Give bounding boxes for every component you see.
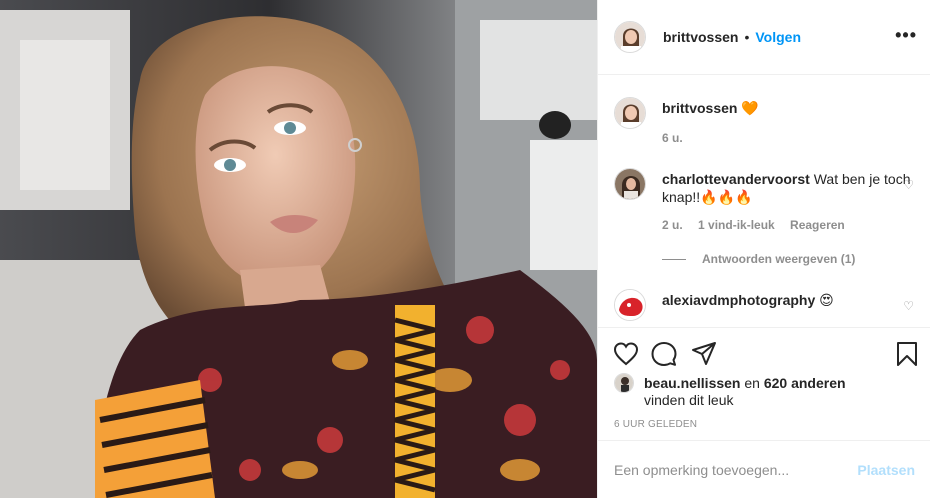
comment-username[interactable]: alexiavdmphotography	[662, 292, 815, 308]
comment-likes-count[interactable]: 1 vind-ik-leuk	[698, 218, 775, 232]
more-options-icon[interactable]: •••	[895, 26, 917, 44]
post-actions-area: beau.nellissen en 620 anderen vinden dit…	[598, 327, 930, 430]
caption-time[interactable]: 6 u.	[662, 131, 683, 145]
view-replies-button[interactable]: Antwoorden weergeven (1)	[662, 252, 855, 266]
post-timestamp[interactable]: 6 UUR GELEDEN	[614, 419, 697, 430]
caption-meta: 6 u.	[662, 131, 695, 145]
action-bar	[598, 328, 930, 378]
comment-text: charlottevandervoorst Wat ben je toch kn…	[662, 170, 912, 206]
likes-connector: en	[744, 375, 760, 391]
replies-divider-line	[662, 258, 686, 260]
comment-username[interactable]: charlottevandervoorst	[662, 171, 810, 187]
author-username[interactable]: brittvossen	[663, 29, 738, 45]
comment-text: alexiavdmphotography 😍	[662, 291, 912, 309]
comments-section: brittvossen 🧡 6 u. charlottevandervoorst…	[598, 75, 930, 327]
liker-username[interactable]: beau.nellissen	[644, 375, 740, 391]
caption-text: brittvossen 🧡	[662, 99, 912, 117]
liker-avatar-image	[615, 374, 633, 392]
caption-username[interactable]: brittvossen	[662, 100, 737, 116]
post-comment-button[interactable]: Plaatsen	[857, 462, 915, 478]
post-side-panel: brittvossen • Volgen ••• brittvossen 🧡 6…	[597, 0, 930, 498]
likes-summary: beau.nellissen en 620 anderen	[614, 373, 846, 393]
commenter-avatar[interactable]	[614, 168, 646, 200]
header-separator: •	[744, 29, 750, 45]
post-photo[interactable]	[0, 0, 597, 498]
save-bookmark-icon[interactable]	[894, 341, 920, 367]
likes-others-count[interactable]: 620 anderen	[764, 375, 846, 391]
caption-avatar[interactable]	[614, 97, 646, 129]
share-paper-plane-icon[interactable]	[691, 341, 717, 367]
view-replies-label: Antwoorden weergeven (1)	[702, 252, 856, 266]
comment-like-heart-icon[interactable]: ♡	[903, 299, 914, 313]
commenter-avatar-image	[615, 290, 645, 320]
comment-meta: 2 u. 1 vind-ik-leuk Reageren	[662, 218, 857, 232]
author-avatar-image	[615, 22, 645, 52]
post-header: brittvossen • Volgen •••	[598, 0, 930, 75]
comment-message: 😍	[819, 292, 834, 308]
likes-suffix: vinden dit leuk	[644, 392, 734, 408]
comment-item: alexiavdmphotography 😍 ♡	[614, 289, 914, 325]
reply-button[interactable]: Reageren	[790, 218, 845, 232]
add-comment-input[interactable]	[614, 461, 858, 478]
author-avatar[interactable]	[614, 21, 646, 53]
photo-illustration	[0, 0, 597, 498]
instagram-post: brittvossen • Volgen ••• brittvossen 🧡 6…	[0, 0, 930, 498]
commenter-avatar-image	[615, 169, 645, 199]
liker-avatar[interactable]	[614, 373, 634, 393]
follow-button[interactable]: Volgen	[755, 29, 801, 45]
comment-like-heart-icon[interactable]: ♡	[903, 178, 914, 192]
add-comment-bar: Plaatsen	[598, 440, 930, 498]
caption-avatar-image	[615, 98, 645, 128]
comment-item: charlottevandervoorst Wat ben je toch kn…	[614, 168, 914, 278]
comment-bubble-icon[interactable]	[651, 341, 677, 367]
caption-emoji: 🧡	[741, 100, 759, 116]
like-heart-icon[interactable]	[613, 341, 639, 367]
comment-time[interactable]: 2 u.	[662, 218, 683, 232]
commenter-avatar[interactable]	[614, 289, 646, 321]
caption-item: brittvossen 🧡 6 u.	[614, 97, 914, 157]
